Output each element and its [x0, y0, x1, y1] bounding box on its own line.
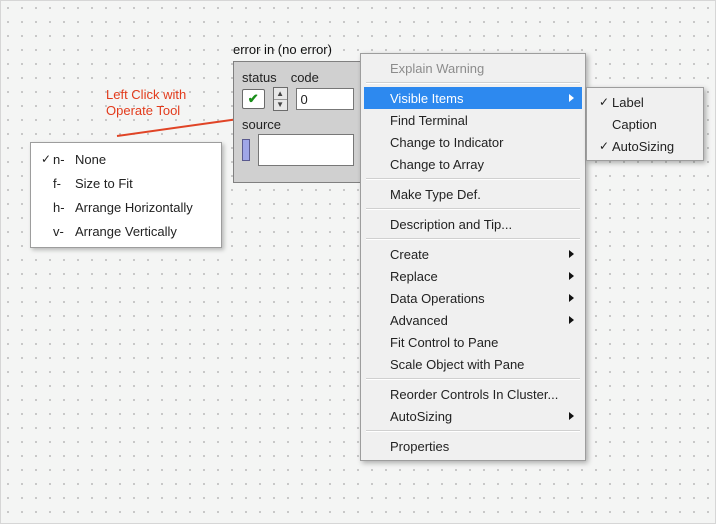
- menu-item[interactable]: AutoSizing: [364, 405, 582, 427]
- source-label: source: [242, 117, 281, 132]
- menu-item[interactable]: Scale Object with Pane: [364, 353, 582, 375]
- menu-item-label: Make Type Def.: [390, 187, 481, 202]
- menu-item[interactable]: Visible Items: [364, 87, 582, 109]
- callout-arrow: [117, 119, 234, 137]
- check-icon: ✓: [596, 139, 612, 153]
- autosize-option[interactable]: f-Size to Fit: [31, 171, 221, 195]
- submenu-item-label: Caption: [612, 117, 657, 132]
- option-label: Arrange Vertically: [75, 224, 177, 239]
- submenu-arrow-icon: [569, 412, 574, 420]
- submenu-item[interactable]: ✓Label: [590, 91, 700, 113]
- submenu-item-label: AutoSizing: [612, 139, 674, 154]
- front-panel: Left Click with Operate Tool error in (n…: [0, 0, 716, 524]
- menu-item-label: Create: [390, 247, 429, 262]
- menu-item-label: Fit Control to Pane: [390, 335, 498, 350]
- menu-item-label: Find Terminal: [390, 113, 468, 128]
- menu-item[interactable]: Fit Control to Pane: [364, 331, 582, 353]
- menu-item[interactable]: Data Operations: [364, 287, 582, 309]
- shortcut-key: v-: [53, 224, 75, 239]
- menu-separator: [366, 82, 580, 84]
- callout-text: Left Click with Operate Tool: [106, 87, 186, 120]
- menu-item-label: Scale Object with Pane: [390, 357, 524, 372]
- menu-item-label: Change to Array: [390, 157, 484, 172]
- autosize-option[interactable]: h-Arrange Horizontally: [31, 195, 221, 219]
- menu-item[interactable]: Description and Tip...: [364, 213, 582, 235]
- menu-item-label: Change to Indicator: [390, 135, 503, 150]
- menu-item-label: Description and Tip...: [390, 217, 512, 232]
- menu-item-label: Reorder Controls In Cluster...: [390, 387, 558, 402]
- cluster-caption: error in (no error): [233, 42, 332, 57]
- menu-item[interactable]: Create: [364, 243, 582, 265]
- spin-down-icon[interactable]: ▼: [274, 100, 287, 111]
- menu-item-label: Replace: [390, 269, 438, 284]
- autosize-option[interactable]: v-Arrange Vertically: [31, 219, 221, 243]
- shortcut-key: n-: [53, 152, 75, 167]
- menu-item-label: AutoSizing: [390, 409, 452, 424]
- menu-separator: [366, 238, 580, 240]
- submenu-arrow-icon: [569, 294, 574, 302]
- option-label: Arrange Horizontally: [75, 200, 193, 215]
- visible-items-submenu[interactable]: ✓LabelCaption✓AutoSizing: [586, 87, 704, 161]
- submenu-arrow-icon: [569, 250, 574, 258]
- menu-item: Explain Warning: [364, 57, 582, 79]
- shortcut-key: h-: [53, 200, 75, 215]
- submenu-arrow-icon: [569, 94, 574, 102]
- code-spinner[interactable]: ▲ ▼: [273, 87, 288, 111]
- code-value[interactable]: 0: [296, 88, 354, 110]
- autosize-popup[interactable]: ✓n-Nonef-Size to Fith-Arrange Horizontal…: [30, 142, 222, 248]
- menu-item-label: Data Operations: [390, 291, 485, 306]
- submenu-item-label: Label: [612, 95, 644, 110]
- source-text[interactable]: [258, 134, 354, 166]
- submenu-arrow-icon: [569, 316, 574, 324]
- menu-item[interactable]: Reorder Controls In Cluster...: [364, 383, 582, 405]
- status-led[interactable]: ✔: [242, 89, 265, 109]
- menu-separator: [366, 178, 580, 180]
- menu-item-label: Visible Items: [390, 91, 463, 106]
- context-menu[interactable]: Explain Warning Visible Items Find Termina…: [360, 53, 586, 461]
- submenu-arrow-icon: [569, 272, 574, 280]
- option-label: Size to Fit: [75, 176, 133, 191]
- check-icon: ✓: [39, 152, 53, 166]
- submenu-item[interactable]: ✓AutoSizing: [590, 135, 700, 157]
- menu-item-label: Properties: [390, 439, 449, 454]
- autosize-option[interactable]: ✓n-None: [31, 147, 221, 171]
- menu-item[interactable]: Make Type Def.: [364, 183, 582, 205]
- shortcut-key: f-: [53, 176, 75, 191]
- menu-item[interactable]: Change to Indicator: [364, 131, 582, 153]
- code-label: code: [291, 70, 319, 85]
- error-in-cluster[interactable]: status code ✔ ▲ ▼ 0 source: [233, 61, 363, 183]
- menu-separator: [366, 430, 580, 432]
- option-label: None: [75, 152, 106, 167]
- spin-up-icon[interactable]: ▲: [274, 88, 287, 100]
- menu-item[interactable]: Advanced: [364, 309, 582, 331]
- status-label: status: [242, 70, 277, 85]
- menu-item[interactable]: Find Terminal: [364, 109, 582, 131]
- menu-separator: [366, 208, 580, 210]
- submenu-item[interactable]: Caption: [590, 113, 700, 135]
- menu-item-label: Explain Warning: [390, 61, 484, 76]
- menu-item[interactable]: Replace: [364, 265, 582, 287]
- menu-item[interactable]: Properties: [364, 435, 582, 457]
- check-icon: ✓: [596, 95, 612, 109]
- menu-separator: [366, 378, 580, 380]
- menu-item[interactable]: Change to Array: [364, 153, 582, 175]
- menu-item-label: Advanced: [390, 313, 448, 328]
- source-scroll-handle[interactable]: [242, 139, 250, 161]
